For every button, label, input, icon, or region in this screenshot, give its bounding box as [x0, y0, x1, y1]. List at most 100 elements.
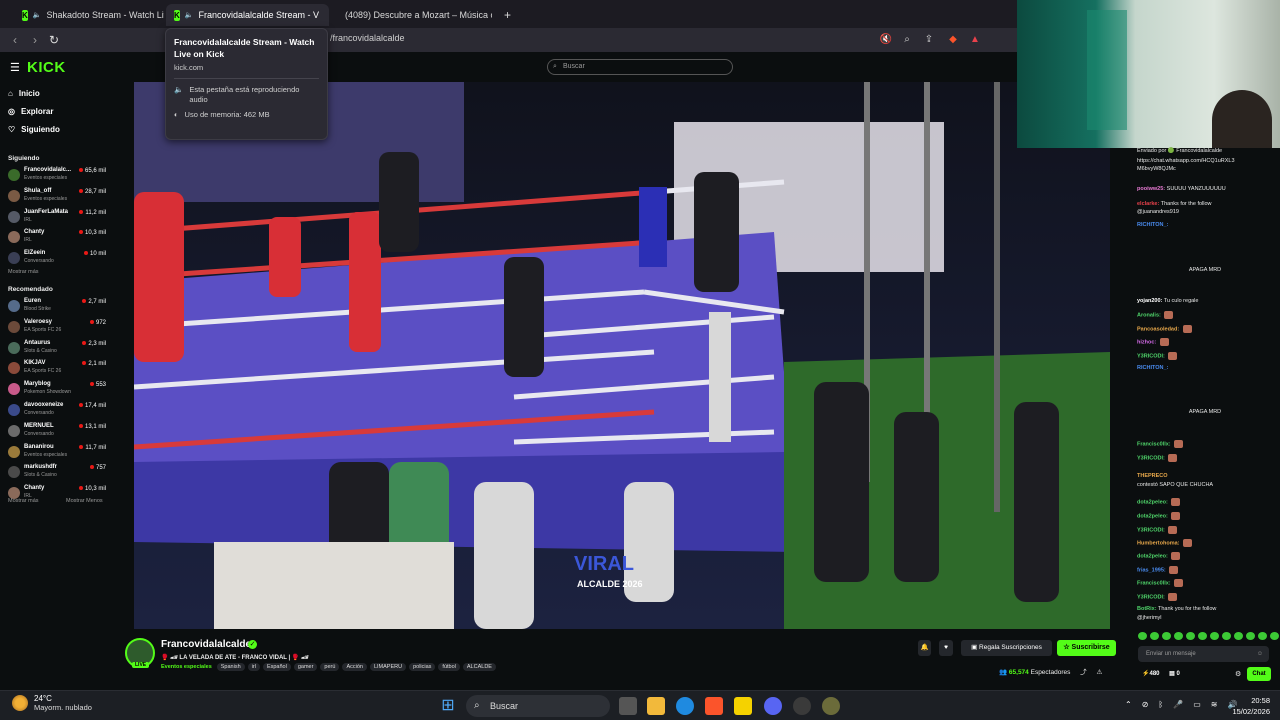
- chat-username[interactable]: Pancoasoledad:: [1137, 326, 1179, 332]
- reload-icon[interactable]: ↻: [46, 32, 62, 48]
- chat-username[interactable]: yojan200:: [1137, 298, 1162, 304]
- kick-logo[interactable]: KICK: [27, 59, 66, 76]
- emote-icon[interactable]: [1270, 632, 1279, 640]
- emote-icon[interactable]: [1246, 632, 1255, 640]
- back-icon[interactable]: ‹: [7, 32, 23, 48]
- tab-shakadoto[interactable]: K 🔈 Shakadoto Stream - Watch Live o: [14, 4, 164, 26]
- emote-icon[interactable]: [1174, 632, 1183, 640]
- chat-username[interactable]: RICHITON_:: [1137, 365, 1168, 371]
- sidebar-channel[interactable]: KIKJAV EA Sports FC 26 2,1 mil: [6, 360, 108, 380]
- brave-icon[interactable]: [705, 697, 723, 715]
- tag-pill[interactable]: perú: [320, 663, 340, 671]
- sidebar-channel[interactable]: MERNUEL Conversando 13,1 mil: [6, 423, 108, 443]
- new-tab-button[interactable]: +: [496, 4, 516, 26]
- nav-siguiendo[interactable]: ♡ Siguiendo: [8, 125, 60, 134]
- chat-username[interactable]: RICHITON_:: [1137, 222, 1168, 228]
- sidebar-channel[interactable]: Euren Blood Strike 2,7 mil: [6, 298, 108, 318]
- tag-pill[interactable]: ALCALDE: [462, 663, 496, 671]
- show-less-link[interactable]: Mostrar Menos: [66, 498, 103, 504]
- chat-username[interactable]: dota2peleo:: [1137, 553, 1168, 559]
- emote-icon[interactable]: [1150, 632, 1159, 640]
- task-view-icon[interactable]: [619, 697, 637, 715]
- sticky-notes-icon[interactable]: [734, 697, 752, 715]
- windows-start-icon[interactable]: ⊞: [439, 697, 457, 715]
- send-chat-button[interactable]: Chat: [1247, 667, 1271, 681]
- chat-username[interactable]: Francisc0llx:: [1137, 441, 1171, 447]
- subscribe-button[interactable]: ☆ Suscribirse: [1057, 640, 1116, 656]
- tag-pill[interactable]: policias: [409, 663, 436, 671]
- streamer-name[interactable]: Francovidalalcalde: [161, 639, 251, 650]
- emoji-icon[interactable]: ☺: [1257, 646, 1263, 662]
- chat-username[interactable]: frias_1995:: [1137, 567, 1166, 573]
- gift-subs-button[interactable]: ▣ Regala Suscripciones: [961, 640, 1052, 656]
- sidebar-channel[interactable]: Shula_off Eventos especiales 28,7 mil: [6, 188, 108, 208]
- alert-icon[interactable]: ⚠: [1096, 669, 1102, 676]
- app-icon[interactable]: [822, 697, 840, 715]
- chat-username[interactable]: THEPRECO: [1137, 473, 1168, 479]
- tag-pill[interactable]: Español: [262, 663, 291, 671]
- tag-pill[interactable]: Spanish: [216, 663, 245, 671]
- display-icon[interactable]: ▭: [1193, 700, 1201, 709]
- clock[interactable]: 20:58 15/02/2026: [1232, 695, 1270, 717]
- sidebar-channel[interactable]: ElZeein Conversando 10 mil: [6, 250, 108, 270]
- tag-pill[interactable]: fútbol: [438, 663, 460, 671]
- emote-icon[interactable]: [1162, 632, 1171, 640]
- mute-icon[interactable]: 🔇: [879, 33, 893, 47]
- settings-icon[interactable]: ⚙: [1235, 670, 1241, 678]
- chat-username[interactable]: Y3RICODI:: [1137, 594, 1165, 600]
- sidebar-channel[interactable]: Antaurus Slots & Casino 2,3 mil: [6, 340, 108, 360]
- nav-explorar[interactable]: ◎ Explorar: [8, 107, 53, 116]
- menu-icon[interactable]: ☰: [10, 61, 20, 74]
- emote-icon[interactable]: [1198, 632, 1207, 640]
- emote-icon[interactable]: [1186, 632, 1195, 640]
- chat-username[interactable]: pooiww25:: [1137, 186, 1165, 192]
- sidebar-channel[interactable]: Valeroesy EA Sports FC 26 972: [6, 319, 108, 339]
- forward-icon[interactable]: ›: [27, 32, 43, 48]
- emote-icon[interactable]: [1222, 632, 1231, 640]
- chat-username[interactable]: Aronalis:: [1137, 312, 1161, 318]
- app-icon[interactable]: [793, 697, 811, 715]
- bell-icon[interactable]: 🔔: [918, 640, 931, 656]
- show-more-link[interactable]: Mostrar más: [8, 269, 39, 275]
- video-player[interactable]: VIRAL ALCALDE 2026: [134, 82, 1110, 629]
- points-counter[interactable]: ⚡480 ▤ 0: [1142, 670, 1180, 677]
- chat-username[interactable]: Y3RICODI:: [1137, 527, 1165, 533]
- chat-username[interactable]: Y3RICODI:: [1137, 353, 1165, 359]
- emote-icon[interactable]: [1258, 632, 1267, 640]
- emote-icon[interactable]: [1210, 632, 1219, 640]
- chat-username[interactable]: dota2peleo:: [1137, 499, 1168, 505]
- zoom-icon[interactable]: ⌕: [900, 33, 914, 47]
- tab-francovidal[interactable]: K 🔈 Francovidalalcalde Stream - V ×: [166, 4, 329, 26]
- show-more-link[interactable]: Mostrar más: [8, 498, 39, 504]
- heart-icon[interactable]: ♥: [939, 640, 953, 656]
- category-link[interactable]: Eventos especiales: [161, 664, 212, 670]
- weather-widget[interactable]: 24°C Mayorm. nublado: [12, 694, 92, 712]
- sidebar-channel[interactable]: Bananirou Eventos especiales 11,7 mil: [6, 444, 108, 464]
- chat-username[interactable]: dota2peleo:: [1137, 513, 1168, 519]
- sidebar-channel[interactable]: Maryblog Pokemon Showdown 553: [6, 381, 108, 401]
- tag-pill[interactable]: irl: [247, 663, 260, 671]
- wifi-icon[interactable]: ≋: [1211, 700, 1218, 709]
- chevron-up-icon[interactable]: ⌃: [1125, 700, 1132, 709]
- file-explorer-icon[interactable]: [647, 697, 665, 715]
- network-icon[interactable]: ⊘: [1142, 700, 1149, 709]
- tag-pill[interactable]: gamer: [293, 663, 318, 671]
- chat-input[interactable]: Enviar un mensaje ☺: [1138, 646, 1269, 662]
- brave-rewards-icon[interactable]: ▲: [968, 33, 982, 47]
- bluetooth-icon[interactable]: ᛒ: [1158, 700, 1163, 709]
- emote-icon[interactable]: [1234, 632, 1243, 640]
- nav-inicio[interactable]: ⌂ Inicio: [8, 89, 40, 98]
- edge-icon[interactable]: [676, 697, 694, 715]
- tag-pill[interactable]: LIMAPERU: [369, 663, 407, 671]
- discord-icon[interactable]: [764, 697, 782, 715]
- chat-username[interactable]: BotRix:: [1137, 606, 1157, 612]
- search-input[interactable]: ⌕ Buscar: [547, 59, 733, 75]
- sidebar-channel[interactable]: markushdfr Slots & Casino 757: [6, 464, 108, 484]
- tag-pill[interactable]: Acción: [342, 663, 367, 671]
- chat-username[interactable]: Y3RICODI:: [1137, 455, 1165, 461]
- mic-icon[interactable]: 🎤: [1173, 700, 1183, 709]
- sidebar-channel[interactable]: JuanFerLaMata IRL 11,2 mil: [6, 209, 108, 229]
- chat-username[interactable]: Humbertohoma:: [1137, 540, 1179, 546]
- share-icon[interactable]: ⤴: [1080, 669, 1087, 676]
- url-field[interactable]: /francovidalalcalde: [330, 33, 405, 43]
